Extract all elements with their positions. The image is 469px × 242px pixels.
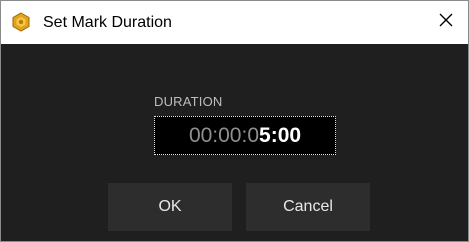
duration-label: DURATION [154,94,223,109]
dialog-content: DURATION 00:00:0 5:00 OK Cancel [1,44,468,241]
duration-input[interactable]: 00:00:0 5:00 [154,116,336,155]
ok-button[interactable]: OK [108,183,232,231]
close-button[interactable] [424,1,468,44]
dialog-window: Set Mark Duration DURATION 00:00:0 5:00 O… [0,0,469,242]
duration-value-leading: 00:00:0 [188,123,260,147]
duration-value-significant: 5:00 [259,123,302,147]
close-icon [439,13,453,32]
cancel-button[interactable]: Cancel [246,183,370,231]
app-logo-icon [11,12,31,32]
title-bar[interactable]: Set Mark Duration [1,1,468,44]
dialog-title: Set Mark Duration [43,14,172,31]
